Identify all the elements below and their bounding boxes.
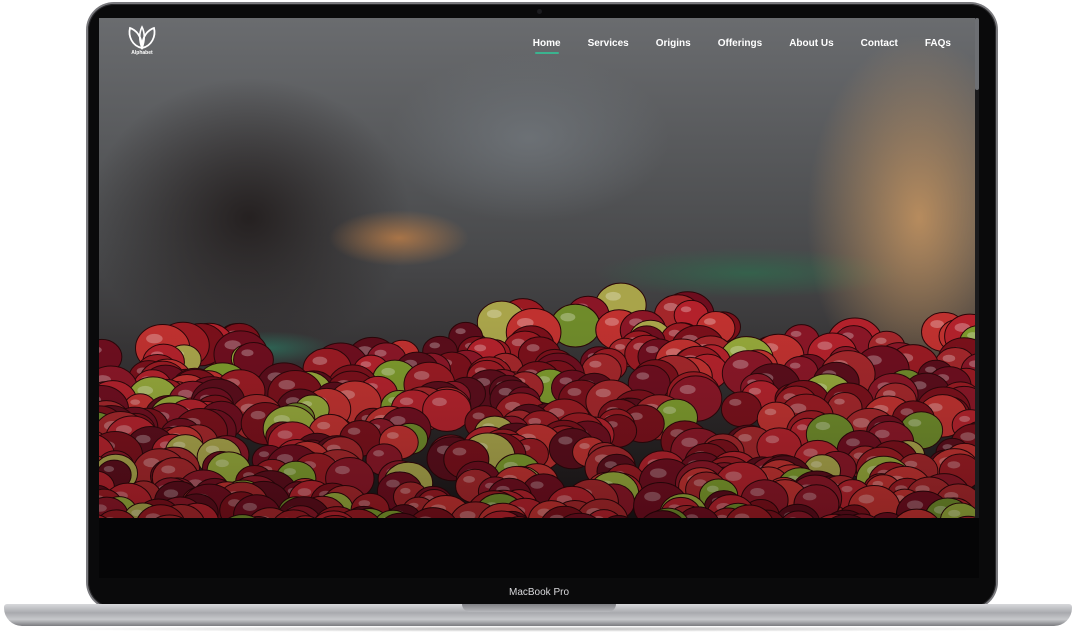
device-model-label: MacBook Pro [508,587,570,598]
laptop-shadow [30,626,1048,632]
coffee-cherries-image [99,18,979,518]
website-screen: Alphabet Home Services Origins Offerings… [99,18,979,518]
scrollbar[interactable] [975,18,979,518]
nav-home[interactable]: Home [533,38,561,54]
nav-services[interactable]: Services [588,38,629,49]
leaf-logo-icon [128,25,156,51]
laptop-notch [462,604,616,612]
brand-name: Alphabet [131,50,153,56]
nav-about-us[interactable]: About Us [789,38,833,49]
nav-origins[interactable]: Origins [656,38,691,49]
nav-contact[interactable]: Contact [861,38,898,49]
nav-faqs[interactable]: FAQs [925,38,951,49]
camera-icon [537,9,542,14]
scrollbar-thumb[interactable] [975,18,979,90]
main-nav: Home Services Origins Offerings About Us… [506,38,951,54]
nav-offerings[interactable]: Offerings [718,38,762,49]
screen-bottom-bezel [99,518,979,578]
